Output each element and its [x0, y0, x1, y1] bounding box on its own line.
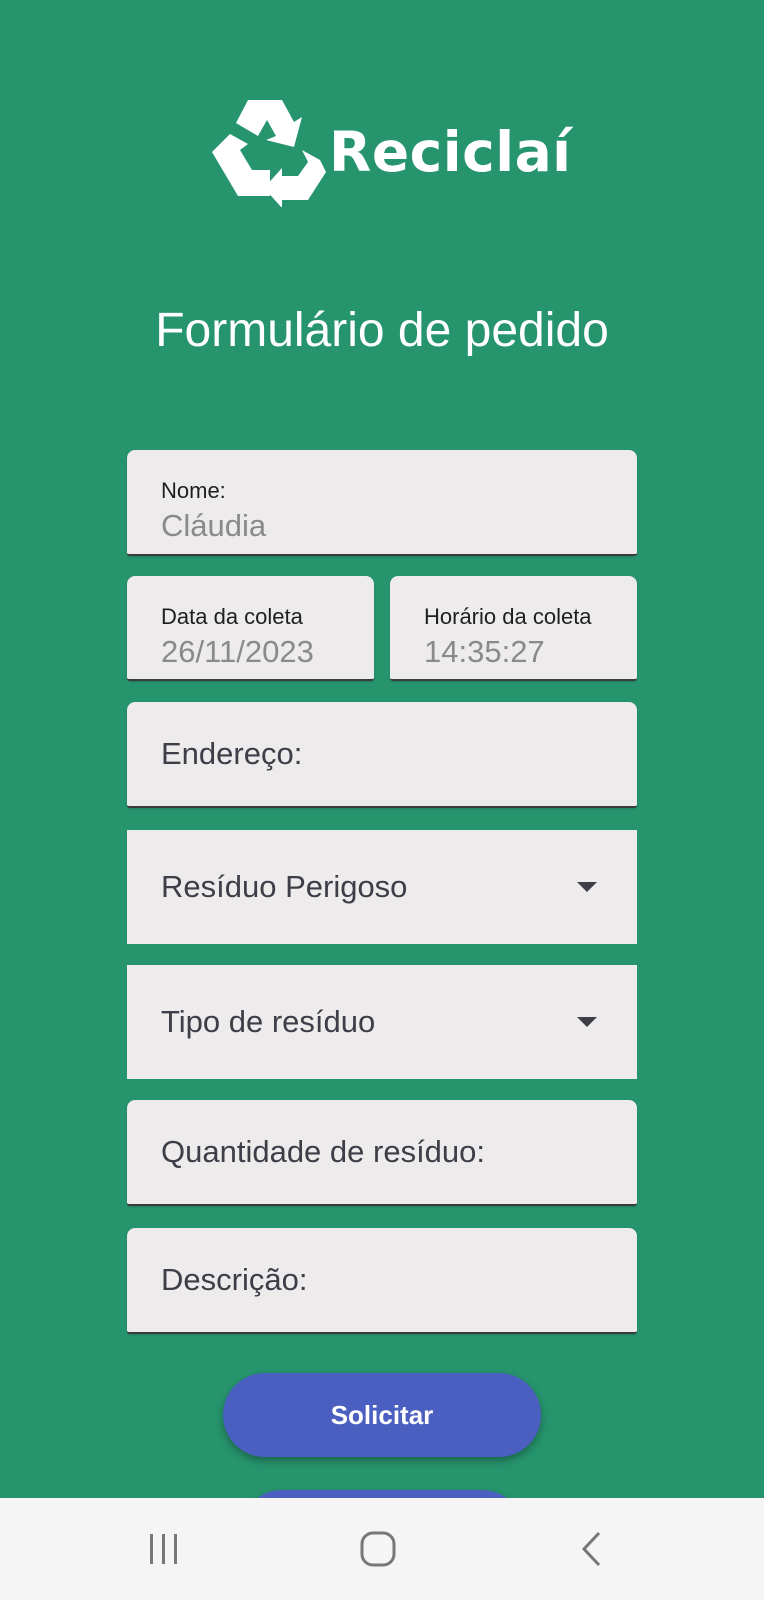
residuo-perigoso-label: Resíduo Perigoso [161, 869, 408, 904]
secondary-button[interactable] [240, 1490, 524, 1498]
horario-coleta-value: 14:35:27 [424, 634, 545, 669]
data-coleta-label: Data da coleta [161, 604, 303, 629]
horario-coleta-label: Horário da coleta [424, 604, 592, 629]
chevron-down-icon [577, 1017, 597, 1027]
quantidade-field[interactable]: Quantidade de resíduo: [127, 1100, 637, 1206]
descricao-field[interactable]: Descrição: [127, 1228, 637, 1334]
quantidade-label: Quantidade de resíduo: [161, 1134, 486, 1169]
home-button[interactable] [318, 1498, 438, 1600]
home-icon [360, 1531, 396, 1567]
recycle-icon [212, 100, 326, 207]
data-coleta-field[interactable]: Data da coleta 26/11/2023 [127, 576, 374, 681]
tipo-residuo-label: Tipo de resíduo [161, 1004, 376, 1039]
horario-coleta-field[interactable]: Horário da coleta 14:35:27 [390, 576, 637, 681]
chevron-down-icon [577, 882, 597, 892]
endereco-label: Endereço: [161, 736, 303, 771]
back-icon [581, 1531, 601, 1567]
system-navigation-bar [0, 1498, 764, 1600]
descricao-label: Descrição: [161, 1262, 308, 1297]
brand-logo: Reciclaí [210, 92, 572, 207]
data-coleta-value: 26/11/2023 [161, 634, 314, 669]
app-screen: Reciclaí Formulário de pedido Nome: Cláu… [0, 0, 764, 1498]
residuo-perigoso-select[interactable]: Resíduo Perigoso [127, 830, 637, 944]
nome-field[interactable]: Nome: Cláudia [127, 450, 637, 556]
nome-value: Cláudia [161, 508, 267, 543]
nome-label: Nome: [161, 478, 226, 503]
back-button[interactable] [532, 1498, 652, 1600]
recents-button[interactable] [104, 1498, 224, 1600]
solicitar-button[interactable]: Solicitar [223, 1373, 541, 1457]
endereco-field[interactable]: Endereço: [127, 702, 637, 808]
tipo-residuo-select[interactable]: Tipo de resíduo [127, 965, 637, 1079]
brand-name: Reciclaí [329, 119, 572, 184]
recents-icon [150, 1534, 177, 1564]
page-title: Formulário de pedido [155, 304, 609, 357]
